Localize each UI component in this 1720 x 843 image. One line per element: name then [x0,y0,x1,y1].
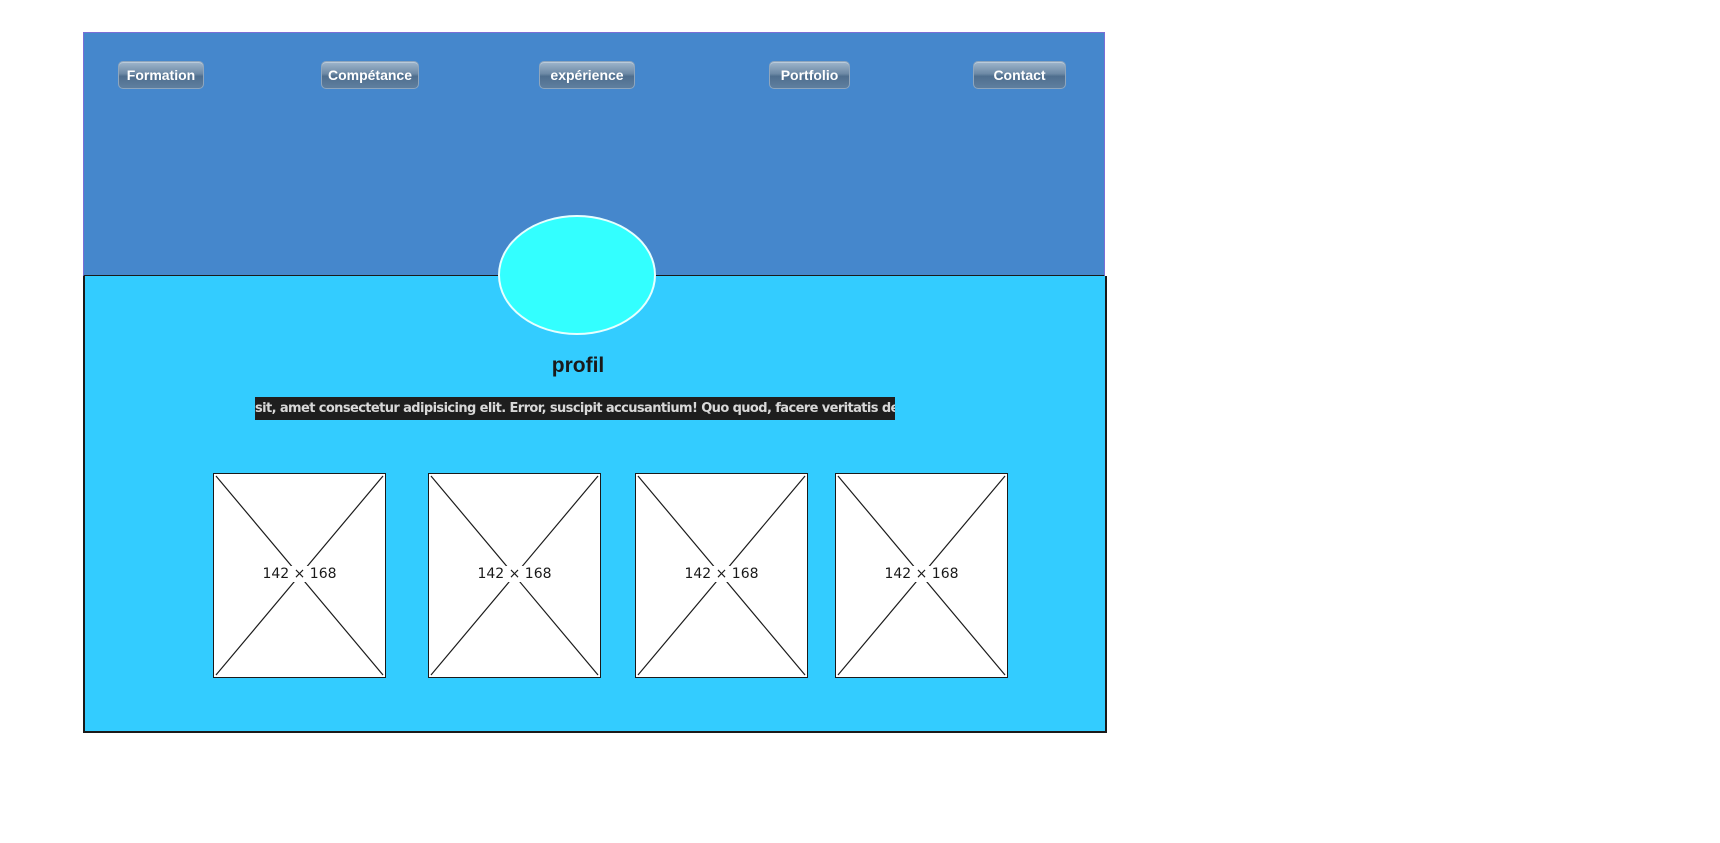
profile-bio: sit, amet consectetur adipisicing elit. … [255,397,895,420]
image-size-label: 142 × 168 [476,566,553,582]
nav-portfolio-button[interactable]: Portfolio [769,61,850,89]
image-placeholder: 142 × 168 [213,473,386,678]
image-placeholder: 142 × 168 [635,473,808,678]
nav-formation-button[interactable]: Formation [118,61,204,89]
image-placeholder: 142 × 168 [428,473,601,678]
image-size-label: 142 × 168 [883,566,960,582]
image-size-label: 142 × 168 [683,566,760,582]
page-frame: Formation Compétance expérience Portfoli… [83,32,1107,733]
profile-title: profil [551,354,605,377]
image-size-label: 142 × 168 [261,566,338,582]
avatar [498,215,656,335]
nav-competance-button[interactable]: Compétance [321,61,419,89]
image-placeholder: 142 × 168 [835,473,1008,678]
nav-experience-button[interactable]: expérience [539,61,635,89]
nav-contact-button[interactable]: Contact [973,61,1066,89]
